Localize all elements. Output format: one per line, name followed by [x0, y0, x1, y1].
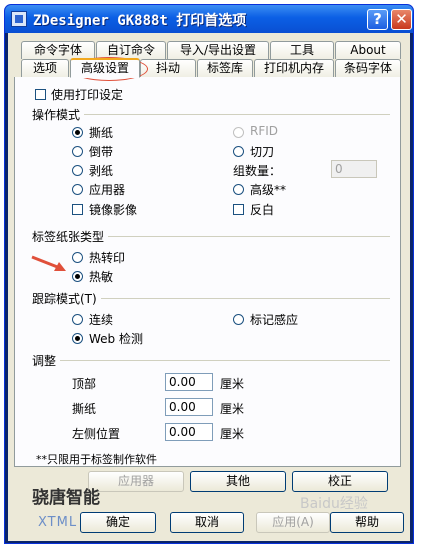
- radio-web-sensing-label: Web 检测: [89, 332, 143, 346]
- help-button[interactable]: 帮助: [330, 512, 404, 533]
- watermark-brand: 骁唐智能: [32, 488, 100, 508]
- radio-tear-off-label: 撕纸: [89, 126, 114, 140]
- radio-advanced-label: 高级**: [250, 183, 287, 197]
- radio-applicator[interactable]: [72, 184, 83, 195]
- tab-barcode-fonts[interactable]: 条码字体: [335, 59, 401, 77]
- radio-rfid-label: RFID: [250, 124, 279, 138]
- apply-button[interactable]: 应用(A): [256, 512, 330, 533]
- top-offset-label: 顶部: [72, 377, 97, 391]
- radio-cutter[interactable]: [233, 146, 244, 157]
- use-printer-settings-label: 使用打印设定: [51, 88, 124, 102]
- tab-options[interactable]: 选项: [21, 59, 69, 77]
- radio-thermal-transfer[interactable]: [72, 252, 83, 263]
- radio-web-sensing[interactable]: [72, 333, 83, 344]
- reverse-checkbox[interactable]: [233, 204, 244, 215]
- watermark-site: Baidu经验: [300, 496, 368, 512]
- radio-advanced[interactable]: [233, 184, 244, 195]
- group-count-field[interactable]: 0: [331, 160, 377, 178]
- tear-off-offset-unit: 厘米: [220, 402, 245, 416]
- tab-import-export[interactable]: 导入/导出设置: [167, 41, 269, 59]
- radio-direct-thermal[interactable]: [72, 271, 83, 282]
- calibrate-button[interactable]: 校正: [292, 471, 388, 492]
- applicator-button[interactable]: 应用器: [88, 471, 184, 492]
- tab-printer-memory[interactable]: 打印机内存: [254, 59, 334, 77]
- top-offset-unit: 厘米: [220, 377, 245, 391]
- radio-peel-off[interactable]: [72, 165, 83, 176]
- operation-mode-heading: 操作模式: [32, 106, 85, 123]
- other-button[interactable]: 其他: [190, 471, 286, 492]
- group-count-label: 组数量：: [233, 164, 282, 178]
- radio-applicator-label: 应用器: [89, 183, 126, 197]
- left-position-label: 左侧位置: [72, 427, 121, 441]
- tab-label-library[interactable]: 标签库: [197, 59, 253, 77]
- radio-rewind-label: 倒带: [89, 145, 114, 159]
- operation-mode-divider: [36, 114, 390, 115]
- left-position-field[interactable]: 0.00: [165, 423, 213, 441]
- annotation-arrow-icon: [31, 255, 66, 271]
- radio-continuous-label: 连续: [89, 313, 114, 327]
- radio-thermal-transfer-label: 热转印: [89, 251, 126, 265]
- use-printer-settings-checkbox[interactable]: [35, 89, 46, 100]
- help-title-button[interactable]: ?: [367, 9, 388, 30]
- radio-tear-off[interactable]: [72, 127, 83, 138]
- cancel-button[interactable]: 取消: [170, 512, 244, 533]
- footnote: **只限用于标签制作软件: [36, 453, 157, 466]
- tear-off-offset-field[interactable]: 0.00: [165, 398, 213, 416]
- radio-mark-sensing-label: 标记感应: [250, 313, 299, 327]
- tracking-mode-heading: 跟踪模式(T): [32, 290, 101, 307]
- radio-mark-sensing[interactable]: [233, 314, 244, 325]
- mirror-image-checkbox[interactable]: [72, 204, 83, 215]
- tab-dither[interactable]: 抖动: [140, 59, 196, 77]
- tab-commands-font[interactable]: 命令字体: [21, 41, 95, 59]
- radio-continuous[interactable]: [72, 314, 83, 325]
- radio-direct-thermal-label: 热敏: [89, 270, 114, 284]
- tab-advanced-settings[interactable]: 高级设置: [70, 58, 140, 78]
- top-offset-field[interactable]: 0.00: [165, 373, 213, 391]
- tear-off-offset-label: 撕纸: [72, 402, 97, 416]
- close-button[interactable]: ✕: [391, 9, 412, 30]
- printer-app-icon: [11, 11, 27, 27]
- adjust-divider: [36, 360, 390, 361]
- tab-tools[interactable]: 工具: [270, 41, 334, 59]
- watermark-logo: XTML: [38, 515, 78, 530]
- mirror-image-label: 镜像影像: [89, 203, 138, 217]
- label-type-heading: 标签纸张类型: [32, 228, 109, 245]
- radio-rfid[interactable]: [233, 127, 244, 138]
- window-title: ZDesigner GK888t 打印首选项: [33, 13, 247, 29]
- adjust-heading: 调整: [32, 352, 61, 369]
- title-bar[interactable]: ZDesigner GK888t 打印首选项 ? ✕: [5, 5, 413, 33]
- radio-peel-off-label: 剥纸: [89, 164, 114, 178]
- ok-button[interactable]: 确定: [80, 512, 156, 533]
- left-position-unit: 厘米: [220, 427, 245, 441]
- reverse-label: 反白: [250, 203, 275, 217]
- radio-rewind[interactable]: [72, 146, 83, 157]
- tab-about[interactable]: About: [335, 41, 401, 59]
- radio-cutter-label: 切刀: [250, 145, 275, 159]
